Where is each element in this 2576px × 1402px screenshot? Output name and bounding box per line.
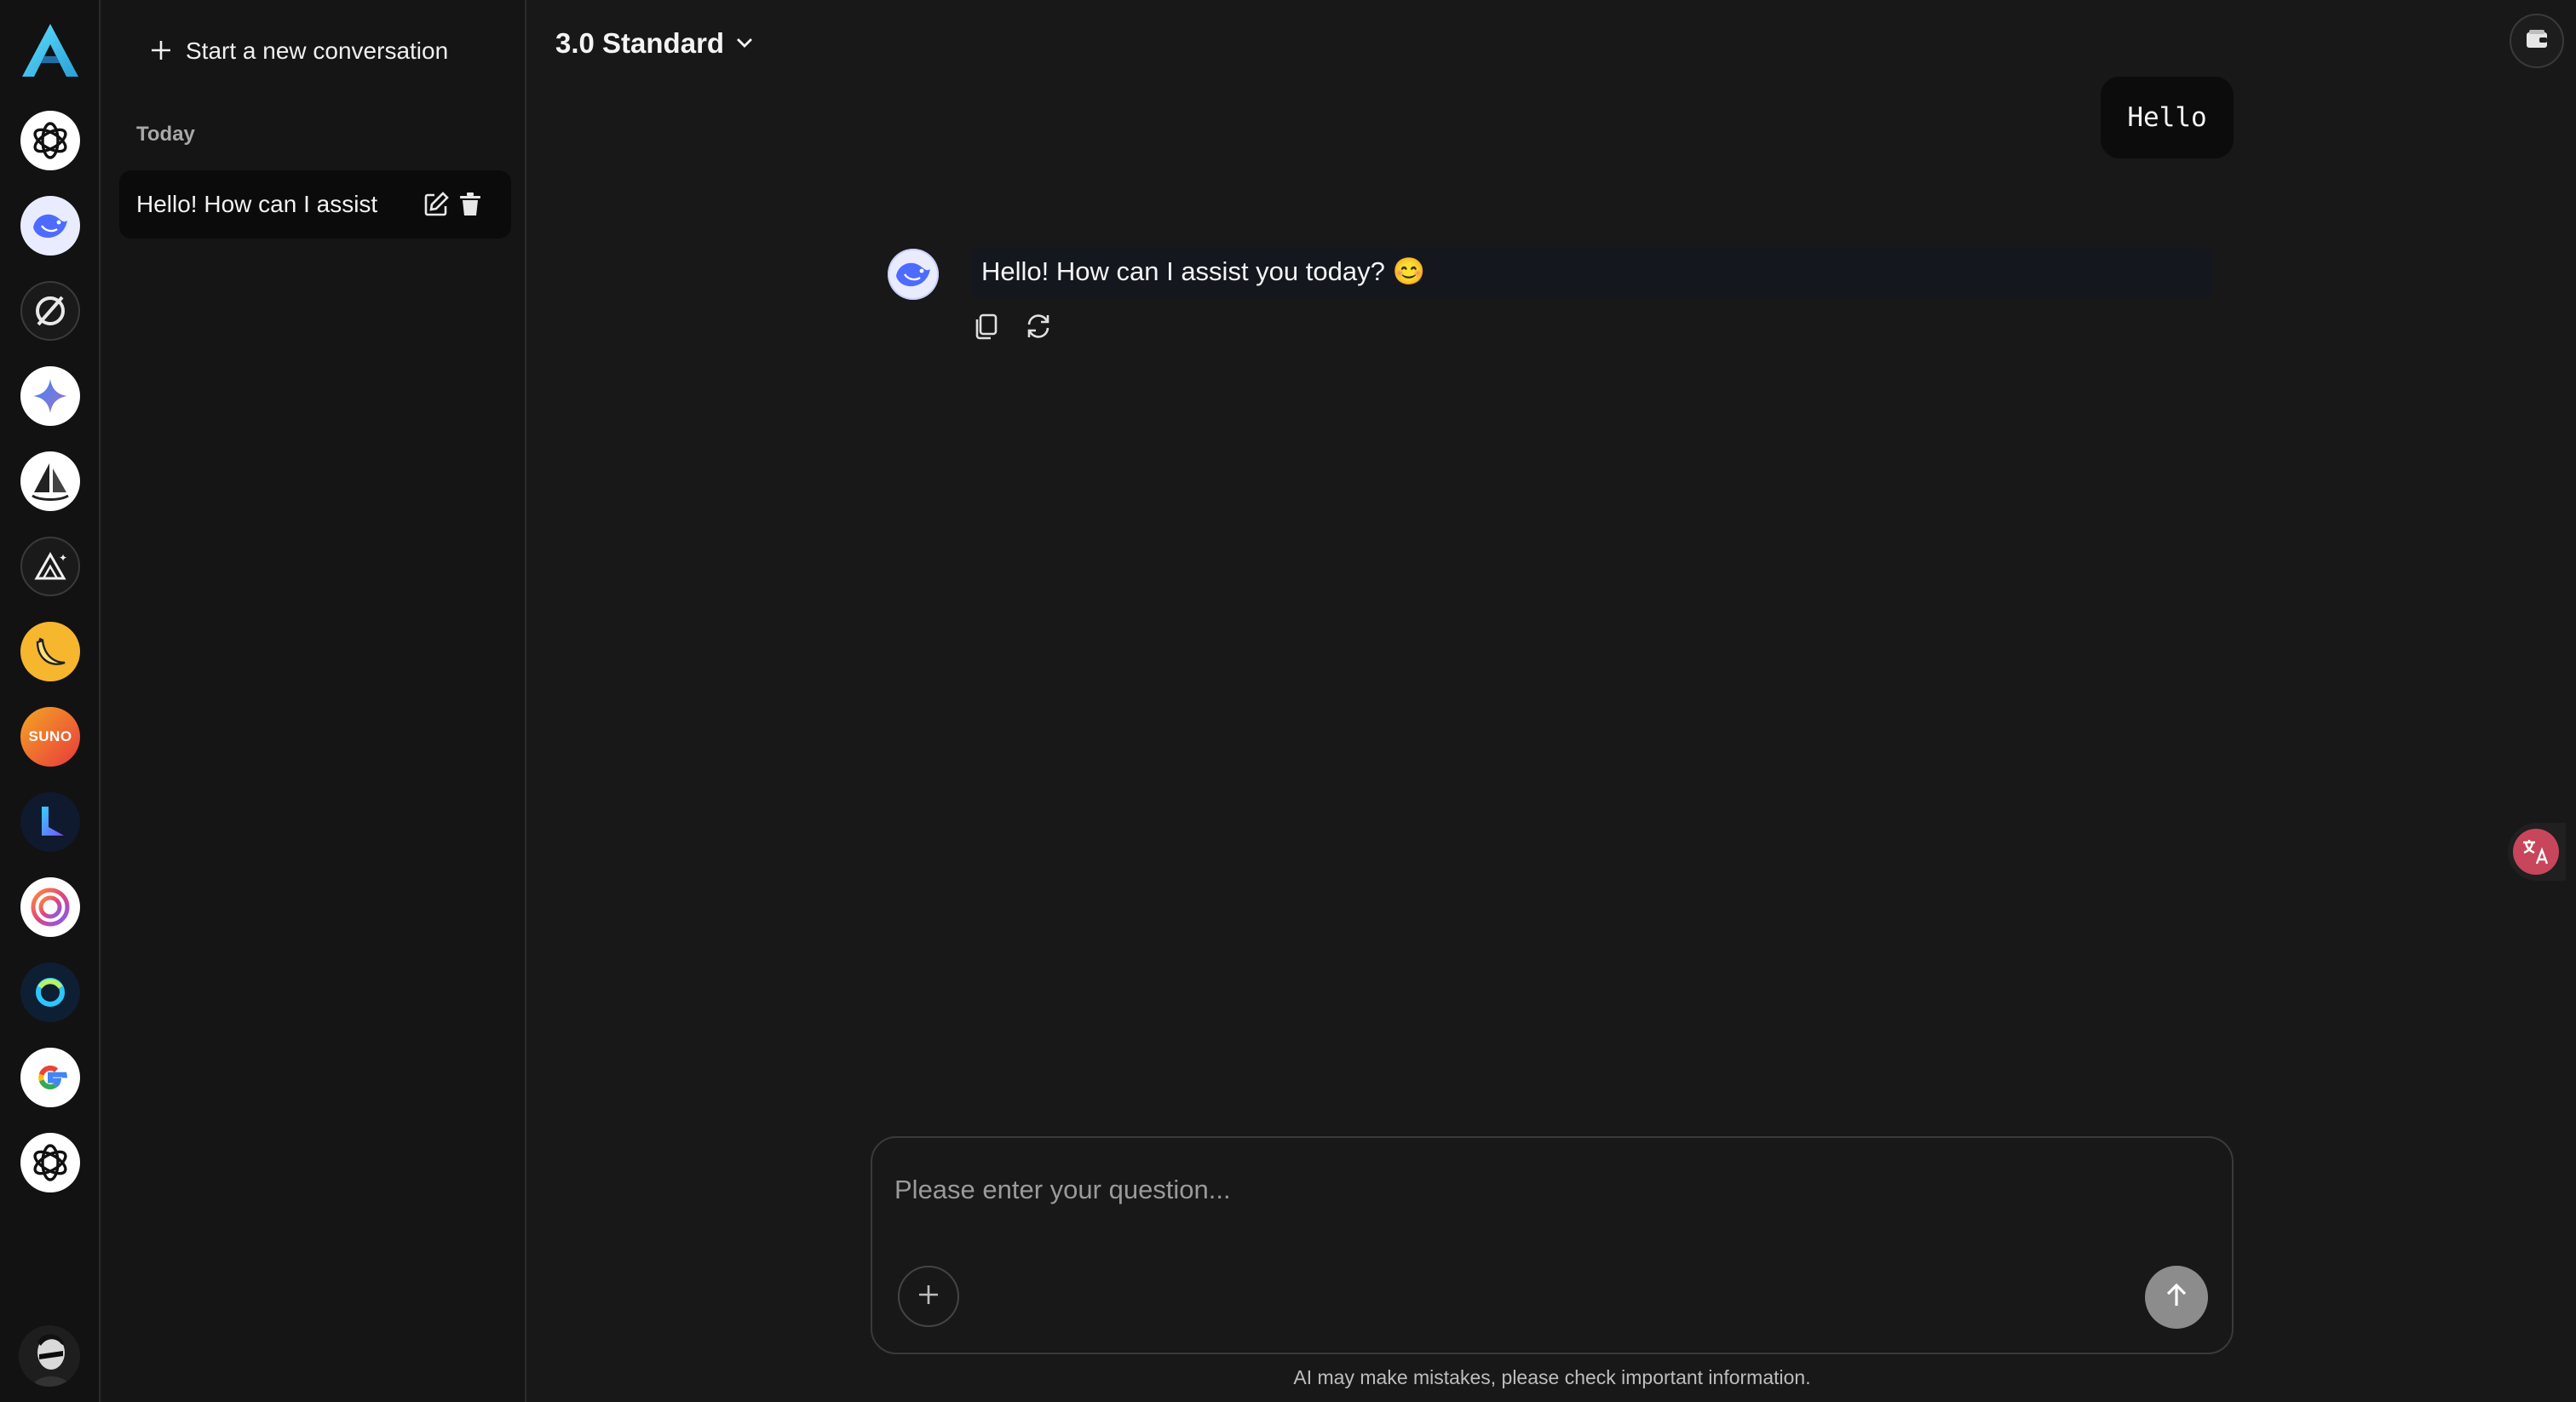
kling-app-icon[interactable] — [20, 792, 80, 852]
message-actions — [971, 312, 1053, 346]
google-app-icon[interactable] — [20, 1048, 80, 1107]
assistant-avatar — [888, 249, 939, 300]
chat-composer — [871, 1136, 2234, 1354]
conversation-item[interactable]: Hello! How can I assist — [119, 170, 511, 238]
assistant-message-text: Hello! How can I assist you today? 😊 — [981, 256, 1426, 286]
arrow-up-icon — [2163, 1282, 2190, 1313]
attach-button[interactable] — [898, 1266, 959, 1327]
section-label-today: Today — [136, 123, 195, 146]
midjourney-app-icon[interactable] — [20, 451, 80, 511]
edit-icon[interactable] — [423, 191, 450, 218]
chatgpt-app-icon[interactable] — [20, 111, 80, 170]
model-label: 3.0 Standard — [555, 27, 725, 59]
plus-icon — [150, 35, 172, 67]
openai-app-icon[interactable] — [20, 1133, 80, 1192]
conversation-title: Hello! How can I assist — [136, 191, 378, 217]
brand-logo-icon[interactable] — [19, 20, 82, 80]
plus-icon — [916, 1282, 941, 1312]
translate-button[interactable] — [2508, 823, 2566, 881]
copy-icon[interactable] — [971, 312, 1000, 341]
new-conversation-label: Start a new conversation — [186, 37, 449, 64]
user-avatar[interactable] — [19, 1325, 80, 1387]
app-rail: ✦ SUNO — [0, 0, 101, 1402]
stable-diffusion-app-icon[interactable]: ✦ — [20, 537, 80, 596]
svg-text:✦: ✦ — [59, 552, 67, 564]
conversation-sidebar: Start a new conversation Today Hello! Ho… — [102, 0, 526, 1402]
regenerate-icon[interactable] — [1024, 312, 1053, 341]
banana-app-icon[interactable] — [20, 622, 80, 681]
question-input[interactable] — [894, 1169, 2087, 1211]
ring-app-icon[interactable] — [20, 962, 80, 1022]
deepseek-app-icon[interactable] — [20, 196, 80, 256]
chevron-down-icon — [734, 27, 755, 60]
user-message-text: Hello — [2127, 102, 2207, 133]
spiral-app-icon[interactable] — [20, 877, 80, 937]
gemini-app-icon[interactable] — [20, 366, 80, 426]
user-message-bubble: Hello — [2101, 77, 2234, 158]
send-button[interactable] — [2145, 1266, 2208, 1329]
wallet-button[interactable] — [2510, 14, 2564, 68]
model-selector[interactable]: 3.0 Standard — [555, 22, 755, 65]
disclaimer-text: AI may make mistakes, please check impor… — [1293, 1366, 1811, 1388]
wallet-icon — [2524, 26, 2550, 56]
new-conversation-button[interactable]: Start a new conversation — [150, 31, 448, 72]
suno-app-icon[interactable]: SUNO — [20, 707, 80, 767]
delete-icon[interactable] — [457, 191, 484, 218]
perplexity-app-icon[interactable] — [20, 281, 80, 341]
translate-icon — [2513, 829, 2559, 875]
